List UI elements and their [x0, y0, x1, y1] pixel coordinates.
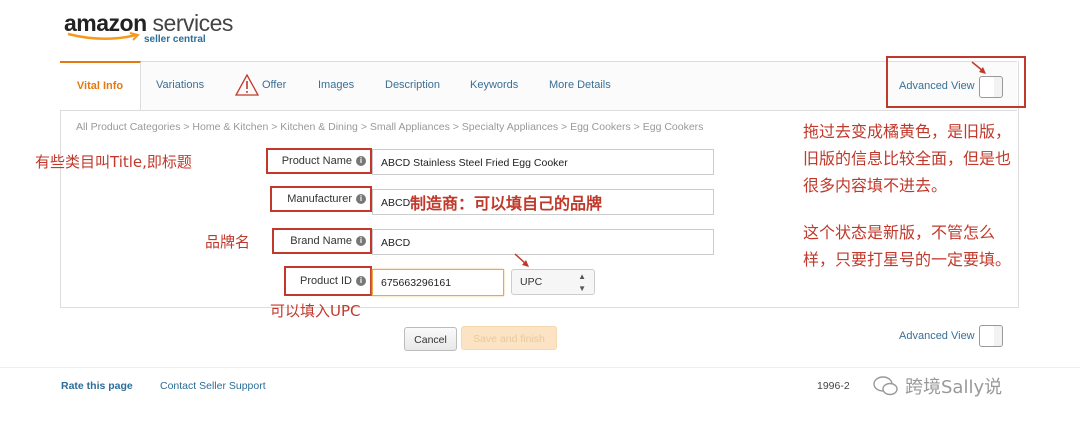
tab-variations[interactable]: Variations [156, 61, 204, 109]
annotation-advanced-line: 旧版的信息比较全面，但是也 [803, 149, 1012, 168]
brand-name-label-text: Brand Name [290, 235, 352, 247]
tab-offer[interactable]: Offer [262, 61, 286, 109]
logo-services: services [146, 10, 234, 36]
product-name-label: Product Name i [266, 148, 372, 174]
annotation-new-line: 样，只要打星号的一定要填。 [803, 250, 1012, 269]
product-id-label-text: Product ID [300, 275, 352, 287]
product-id-type-select[interactable]: UPC ▲ ▼ [511, 269, 595, 295]
annotation-arrow-icon [971, 61, 986, 74]
brand-name-input[interactable]: ABCD [372, 229, 714, 255]
advanced-view-toggle-bottom[interactable] [979, 325, 1003, 347]
manufacturer-label: Manufacturer i [270, 186, 372, 212]
cancel-button[interactable]: Cancel [404, 327, 457, 351]
advanced-view-toggle[interactable] [979, 76, 1003, 98]
rate-this-page-link[interactable]: Rate this page [61, 380, 133, 392]
product-id-type-value: UPC [520, 276, 543, 288]
product-id-label: Product ID i [284, 266, 372, 296]
annotation-advanced-note: 拖过去变成橘黄色，是旧版， 旧版的信息比较全面，但是也 很多内容填不进去。 [803, 118, 1011, 199]
annotation-title-note: 有些类目叫Title,即标题 [35, 153, 192, 171]
advanced-view-label[interactable]: Advanced View [899, 80, 975, 92]
tab-images[interactable]: Images [318, 61, 354, 109]
seller-central-label: seller central [144, 34, 206, 45]
product-name-input[interactable]: ABCD Stainless Steel Fried Egg Cooker [372, 149, 714, 175]
info-icon[interactable]: i [356, 194, 366, 205]
manufacturer-label-text: Manufacturer [287, 193, 352, 205]
product-name-label-text: Product Name [281, 155, 352, 167]
info-icon[interactable]: i [356, 156, 366, 167]
contact-seller-support-link[interactable]: Contact Seller Support [160, 380, 266, 392]
annotation-arrow-icon [514, 253, 529, 267]
footer-divider [0, 367, 1080, 368]
tab-more-details[interactable]: More Details [549, 61, 611, 109]
breadcrumb[interactable]: All Product Categories > Home & Kitchen … [76, 121, 703, 133]
amazon-smile-icon [67, 32, 140, 41]
info-icon[interactable]: i [356, 236, 366, 247]
tab-keywords[interactable]: Keywords [470, 61, 518, 109]
brand-name-label: Brand Name i [272, 228, 372, 254]
wechat-logo-icon [873, 376, 898, 396]
annotation-upc-note: 可以填入UPC [270, 302, 361, 320]
annotation-manufacturer-note: 制造商：可以填自己的品牌 [410, 194, 603, 213]
tab-vital-info[interactable]: Vital Info [60, 61, 141, 110]
watermark-text: 跨境Sally说 [905, 377, 1003, 398]
copyright-text: 1996-2 [817, 380, 850, 392]
tab-description[interactable]: Description [385, 61, 440, 109]
product-id-input[interactable]: 675663296161 [372, 269, 504, 296]
manufacturer-value: ABCD [381, 197, 411, 209]
advanced-view-label-bottom[interactable]: Advanced View [899, 330, 975, 342]
select-arrows-icon: ▲ ▼ [578, 272, 586, 293]
info-icon[interactable]: i [356, 276, 366, 287]
warning-icon [235, 74, 259, 96]
annotation-advanced-line: 拖过去变成橘黄色，是旧版， [803, 122, 1012, 141]
annotation-new-line: 这个状态是新版，不管怎么 [803, 223, 996, 242]
annotation-new-version-note: 这个状态是新版，不管怎么 样，只要打星号的一定要填。 [803, 219, 1011, 273]
annotation-brand-note: 品牌名 [205, 233, 251, 251]
annotation-advanced-line: 很多内容填不进去。 [803, 176, 948, 195]
save-and-finish-button[interactable]: Save and finish [461, 326, 557, 350]
